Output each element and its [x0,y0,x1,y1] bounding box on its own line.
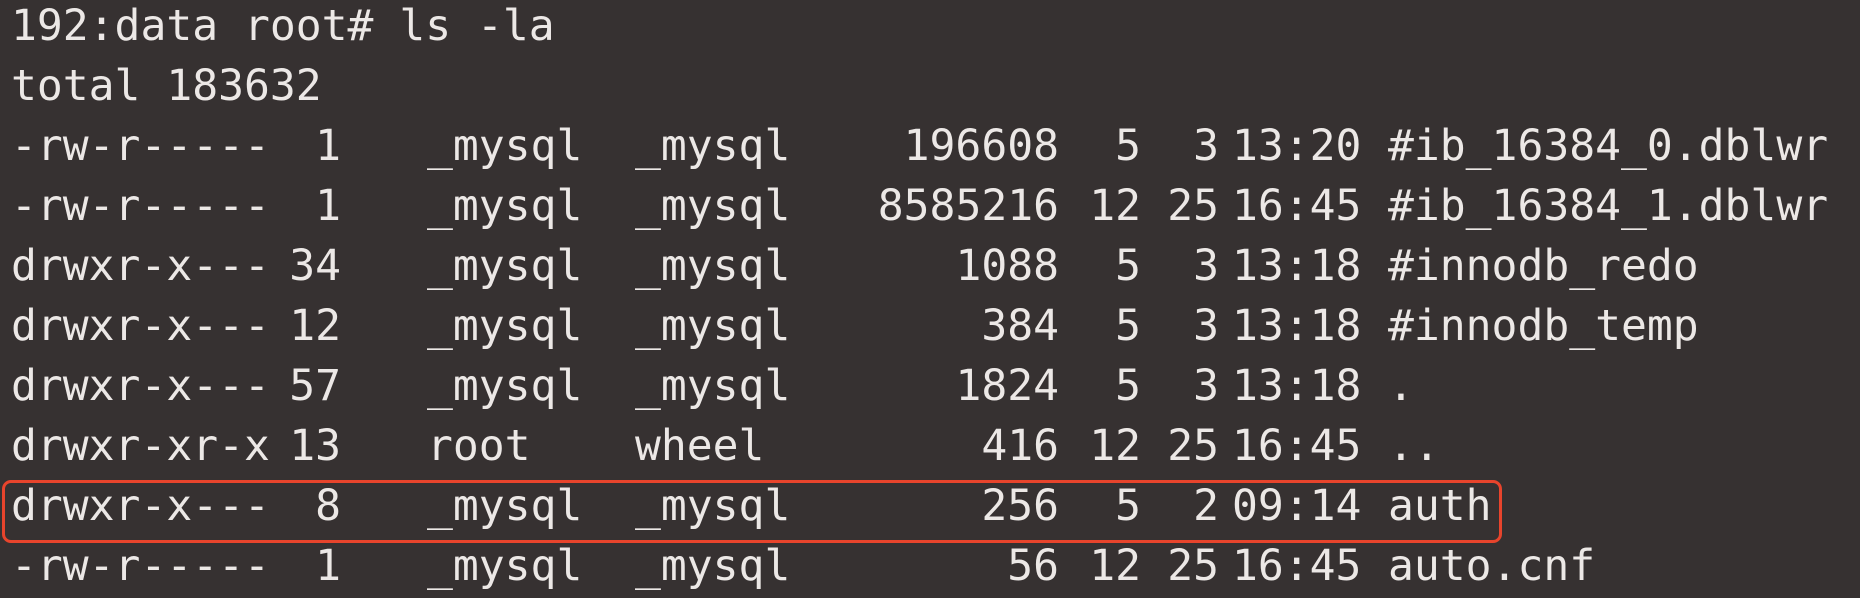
month: 5 [1115,241,1141,291]
links: 1 [315,121,341,171]
listing-row: drwxr-x--- 34 _mysql _mysql 1088 5 3 13:… [11,236,1699,296]
day: 2 [1193,481,1219,531]
day: 3 [1193,361,1219,411]
perms: drwxr-x--- [11,361,270,411]
group: _mysql [635,301,791,351]
listing-row: -rw-r----- 1 _mysql _mysql 196608 5 3 13… [11,116,1828,176]
filename: #ib_16384_0.dblwr [1388,121,1829,171]
perms: drwxr-xr-x [11,421,270,471]
owner: root [427,421,531,471]
size: 416 [981,421,1059,471]
month: 12 [1089,421,1141,471]
filename: .. [1388,421,1440,471]
group: _mysql [635,541,791,591]
perms: drwxr-x--- [11,241,270,291]
listing-row: drwxr-x--- 12 _mysql _mysql 384 5 3 13:1… [11,296,1699,356]
perms: drwxr-x--- [11,301,270,351]
links: 8 [315,481,341,531]
terminal-window[interactable]: 192:data root# ls -la total 183632 -rw-r… [0,0,1860,598]
perms: -rw-r----- [11,541,270,591]
owner: _mysql [427,481,583,531]
listing-row-highlighted: drwxr-x--- 8 _mysql _mysql 256 5 2 09:14… [11,476,1492,536]
size: 196608 [903,121,1059,171]
links: 34 [289,241,341,291]
month: 5 [1115,121,1141,171]
owner: _mysql [427,301,583,351]
day: 3 [1193,301,1219,351]
time: 16:45 [1232,421,1362,471]
owner: _mysql [427,241,583,291]
month: 5 [1115,361,1141,411]
total-line: total 183632 [11,61,322,111]
month: 5 [1115,481,1141,531]
owner: _mysql [427,121,583,171]
filename: . [1388,361,1414,411]
day: 25 [1167,421,1219,471]
group: _mysql [635,181,791,231]
size: 8585216 [877,181,1059,231]
filename: auth [1388,481,1492,531]
group: _mysql [635,121,791,171]
listing-row: drwxr-x--- 57 _mysql _mysql 1824 5 3 13:… [11,356,1414,416]
time: 13:18 [1232,241,1362,291]
size: 1088 [955,241,1059,291]
day: 25 [1167,541,1219,591]
group: wheel [635,421,765,471]
listing-row: drwxr-xr-x 13 root wheel 416 12 25 16:45… [11,416,1440,476]
owner: _mysql [427,541,583,591]
day: 3 [1193,241,1219,291]
perms: -rw-r----- [11,121,270,171]
links: 12 [289,301,341,351]
time: 13:20 [1232,121,1362,171]
time: 16:45 [1232,541,1362,591]
size: 256 [981,481,1059,531]
size: 384 [981,301,1059,351]
group: _mysql [635,241,791,291]
size: 56 [1007,541,1059,591]
listing-row: -rw-r----- 1 _mysql _mysql 56 12 25 16:4… [11,536,1595,596]
day: 3 [1193,121,1219,171]
time: 13:18 [1232,301,1362,351]
perms: -rw-r----- [11,181,270,231]
perms: drwxr-x--- [11,481,270,531]
group: _mysql [635,361,791,411]
month: 5 [1115,301,1141,351]
owner: _mysql [427,181,583,231]
links: 13 [289,421,341,471]
group: _mysql [635,481,791,531]
listing-row: -rw-r----- 1 _mysql _mysql 8585216 12 25… [11,176,1828,236]
filename: #innodb_temp [1388,301,1699,351]
filename: #ib_16384_1.dblwr [1388,181,1829,231]
time: 16:45 [1232,181,1362,231]
size: 1824 [955,361,1059,411]
filename: #innodb_redo [1388,241,1699,291]
month: 12 [1089,541,1141,591]
time: 09:14 [1232,481,1362,531]
links: 1 [315,541,341,591]
owner: _mysql [427,361,583,411]
day: 25 [1167,181,1219,231]
filename: auto.cnf [1388,541,1596,591]
links: 57 [289,361,341,411]
command-line: 192:data root# ls -la [11,1,555,51]
month: 12 [1089,181,1141,231]
links: 1 [315,181,341,231]
time: 13:18 [1232,361,1362,411]
